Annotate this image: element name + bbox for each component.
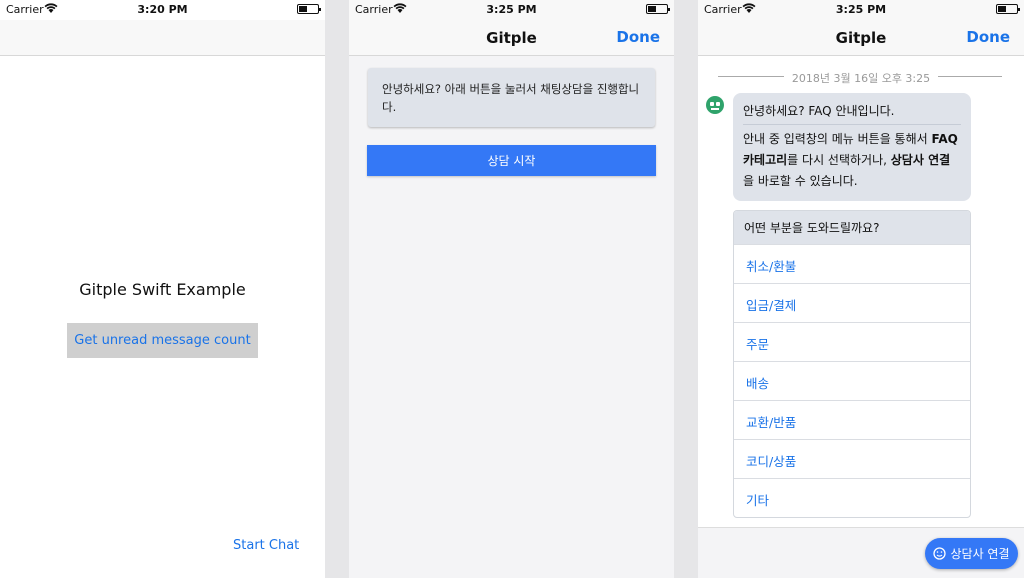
bot-mouth [711, 108, 719, 110]
faq-option-payment[interactable]: 입금/결제 [734, 283, 970, 322]
bot-eye-right [716, 102, 720, 106]
bubble-body: 안내 중 입력창의 메뉴 버튼을 통해서 FAQ 카테고리를 다시 선택하거나,… [743, 129, 961, 192]
status-bar: Carrier 3:25 PM [349, 0, 674, 20]
nav-bar: Gitple Done [698, 20, 1024, 56]
page-title: Gitple Swift Example [79, 280, 246, 299]
bubble-separator [743, 124, 961, 125]
bot-eye-left [710, 102, 714, 106]
start-consultation-button[interactable]: 상담 시작 [367, 145, 656, 176]
screen-example-app: Carrier 3:20 PM Gitple Swift Example Get… [0, 0, 325, 578]
faq-option-delivery[interactable]: 배송 [734, 361, 970, 400]
battery-icon [297, 4, 321, 14]
faq-option-order[interactable]: 주문 [734, 322, 970, 361]
bot-message-bubble: 안녕하세요? FAQ 안내입니다. 안내 중 입력창의 메뉴 버튼을 통해서 F… [733, 93, 971, 201]
start-chat-link[interactable]: Start Chat [233, 538, 299, 553]
chat-date: 2018년 3월 16일 오후 3:25 [791, 72, 931, 85]
faq-question: 어떤 부분을 도와드릴까요? [734, 211, 970, 244]
nav-bar: Gitple Done [349, 20, 674, 56]
greeting-message: 안녕하세요? 아래 버튼을 눌러서 채팅상담을 진행합니다. [368, 68, 655, 127]
faq-option-exchange[interactable]: 교환/반품 [734, 400, 970, 439]
unread-count-button[interactable]: Get unread message count [67, 323, 258, 358]
screen-chat-faq: Carrier 3:25 PM Gitple Done 2018년 3월 16일… [698, 0, 1024, 578]
clock: 3:25 PM [835, 3, 887, 16]
bubble-text-1: 안내 중 입력창의 메뉴 버튼을 통해서 [743, 132, 932, 146]
faq-option-other[interactable]: 기타 [734, 478, 970, 517]
nav-bar [0, 20, 325, 56]
connect-agent-button[interactable]: 상담사 연결 [925, 538, 1018, 569]
status-bar: Carrier 3:25 PM [698, 0, 1024, 20]
faq-menu: 어떤 부분을 도와드릴까요? 취소/환불 입금/결제 주문 배송 교환/반품 코… [733, 210, 971, 518]
clock: 3:25 PM [486, 3, 537, 16]
faq-option-product[interactable]: 코디/상품 [734, 439, 970, 478]
smile-icon [933, 547, 947, 560]
screen-chat-intro: Carrier 3:25 PM Gitple Done 안녕하세요? 아래 버튼… [349, 0, 674, 578]
bubble-title: 안녕하세요? FAQ 안내입니다. [743, 104, 895, 118]
done-button[interactable]: Done [616, 28, 660, 46]
battery-icon [996, 4, 1020, 14]
bot-avatar-icon [706, 96, 724, 114]
bubble-text-3: 을 바로할 수 있습니다. [743, 174, 858, 188]
battery-icon [646, 4, 670, 14]
status-bar: Carrier 3:20 PM [0, 0, 325, 20]
connect-agent-label: 상담사 연결 [950, 547, 1010, 561]
faq-option-refund[interactable]: 취소/환불 [734, 244, 970, 283]
bubble-text-2: 를 다시 선택하거나, [787, 153, 891, 167]
bubble-bold-2: 상담사 연결 [890, 153, 951, 167]
clock: 3:20 PM [137, 3, 188, 16]
done-button[interactable]: Done [966, 28, 1010, 46]
